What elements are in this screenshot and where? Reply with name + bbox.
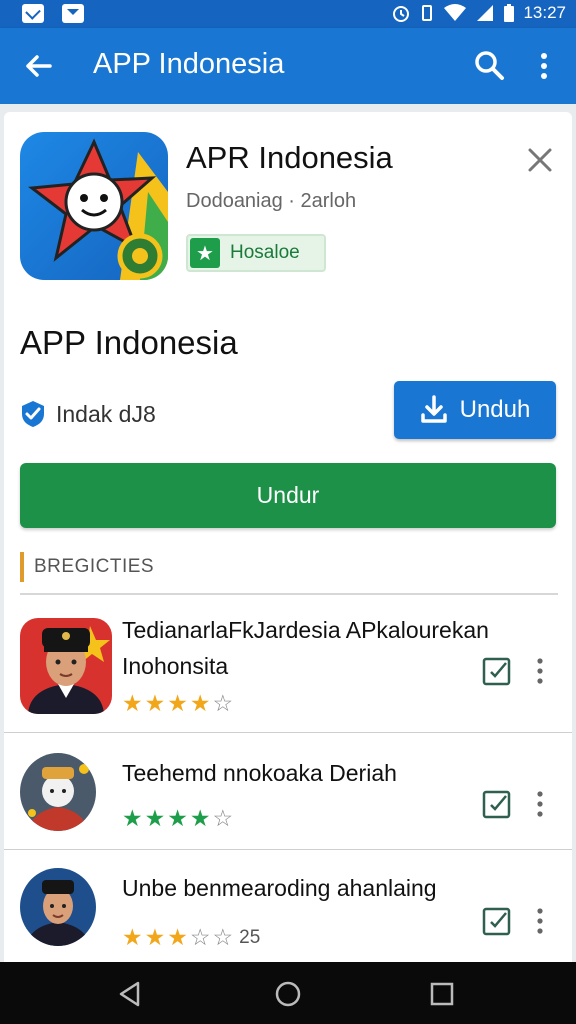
- nav-home-icon[interactable]: [274, 980, 302, 1008]
- download-button-label: Unduh: [459, 396, 531, 423]
- star-empty-icon: ☆: [189, 924, 211, 950]
- section-accent-bar: [20, 552, 24, 582]
- alarm-icon: [393, 6, 410, 22]
- star-icon: ★: [190, 238, 220, 268]
- star-filled-icon: ★: [144, 924, 166, 950]
- star-filled-icon: ★: [167, 690, 188, 716]
- verified-text: Indak dJ8: [56, 400, 156, 427]
- download-button[interactable]: Unduh: [394, 381, 556, 439]
- notification-app-icon: [22, 4, 44, 23]
- close-icon[interactable]: [526, 146, 554, 174]
- nav-back-icon[interactable]: [116, 980, 144, 1008]
- nav-recents-icon[interactable]: [428, 980, 456, 1008]
- divider: [20, 593, 558, 595]
- content-area: APR Indonesia Dodoaniag · 2arloh ★ Hosal…: [0, 104, 576, 962]
- wifi-icon: [444, 4, 467, 21]
- app-thumbnail: [20, 618, 112, 714]
- star-empty-icon: ☆: [212, 805, 234, 831]
- star-filled-icon: ★: [189, 690, 211, 716]
- app-logo: [20, 132, 168, 280]
- signal-icon: [477, 5, 494, 21]
- app-thumbnail: [20, 868, 96, 946]
- star-empty-icon: ☆: [212, 924, 234, 950]
- star-filled-icon: ★: [189, 805, 211, 831]
- app-bar: APP Indonesia: [0, 28, 576, 104]
- more-options-icon[interactable]: [532, 50, 556, 82]
- star-filled-icon: ★: [122, 805, 143, 831]
- more-options-icon[interactable]: [530, 906, 550, 936]
- editor-badge: ★ Hosaloe: [186, 234, 326, 272]
- back-arrow-icon[interactable]: [22, 50, 54, 82]
- download-icon: [420, 395, 447, 423]
- rating-count: 25: [239, 926, 261, 948]
- list-item[interactable]: Teehemd nnokoaka Deriah ★ ★ ★ ★ ☆: [4, 733, 572, 850]
- recommendations-title: BREGICTIES: [34, 556, 155, 577]
- more-options-icon[interactable]: [530, 656, 550, 686]
- app-developer: Dodoaniag · 2arloh: [186, 190, 357, 212]
- recommendations-header: BREGICTIES: [20, 552, 154, 582]
- search-icon[interactable]: [472, 48, 506, 82]
- list-item-title: Teehemd nnokoaka Deriah: [122, 760, 397, 786]
- app-thumbnail: [20, 753, 96, 831]
- install-button[interactable]: Undur: [20, 463, 556, 528]
- install-check-icon[interactable]: [482, 656, 512, 686]
- list-item-title: TedianarlaFkJardesia APkalourekan Inohon…: [122, 617, 489, 679]
- status-time: 13:27: [523, 3, 566, 22]
- system-nav-bar: [0, 962, 576, 1024]
- star-rating: ★ ★ ★ ☆ ☆ 25: [122, 924, 260, 951]
- app-detail-card: APR Indonesia Dodoaniag · 2arloh ★ Hosal…: [4, 112, 572, 962]
- status-bar: 13:27: [0, 0, 576, 28]
- notification-mail-icon: [62, 4, 84, 23]
- star-filled-icon: ★: [122, 924, 143, 950]
- app-name: APR Indonesia: [186, 140, 393, 175]
- badge-label: Hosaloe: [230, 242, 300, 263]
- install-check-icon[interactable]: [482, 789, 512, 819]
- verified-shield-icon: [22, 401, 44, 427]
- list-item-title: Unbe benmearoding ahanlaing: [122, 875, 437, 901]
- star-filled-icon: ★: [167, 805, 188, 831]
- verified-info: Indak dJ8: [20, 400, 156, 428]
- page-title: APP Indonesia: [20, 324, 238, 361]
- star-rating: ★ ★ ★ ★ ☆: [122, 690, 233, 717]
- vibrate-icon: [422, 5, 433, 21]
- more-options-icon[interactable]: [530, 789, 550, 819]
- star-filled-icon: ★: [122, 690, 143, 716]
- star-empty-icon: ☆: [212, 690, 234, 716]
- battery-icon: [504, 4, 515, 22]
- star-rating: ★ ★ ★ ★ ☆: [122, 805, 233, 832]
- install-button-label: Undur: [256, 482, 320, 508]
- star-filled-icon: ★: [144, 690, 166, 716]
- list-item[interactable]: Unbe benmearoding ahanlaing ★ ★ ★ ☆ ☆ 25: [4, 850, 572, 962]
- app-bar-title: APP Indonesia: [93, 48, 285, 80]
- install-check-icon[interactable]: [482, 906, 512, 936]
- star-filled-icon: ★: [167, 924, 188, 950]
- star-filled-icon: ★: [144, 805, 166, 831]
- list-item[interactable]: TedianarlaFkJardesia APkalourekan Inohon…: [4, 602, 572, 733]
